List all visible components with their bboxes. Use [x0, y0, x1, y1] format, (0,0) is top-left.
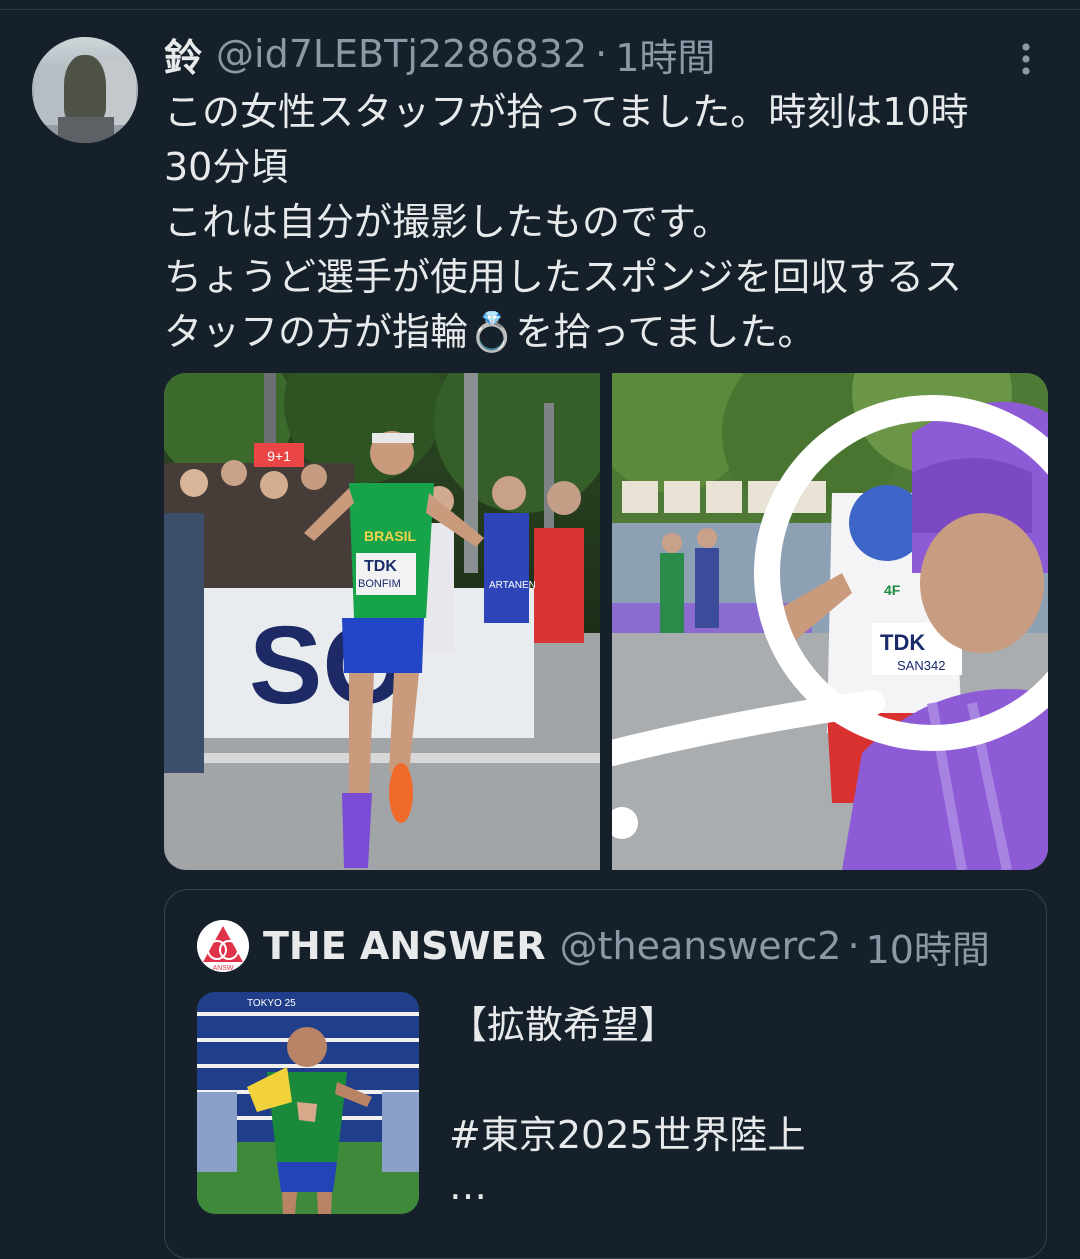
tweet[interactable]: 鈴 @id7LEBTj2286832 · 1時間 この女性スタッフが拾ってました…	[0, 11, 1080, 1259]
more-vertical-icon[interactable]	[1008, 41, 1044, 77]
avatar[interactable]	[32, 37, 138, 143]
thumb-backdrop-text: TOKYO 25	[247, 998, 296, 1009]
avatar-building	[34, 65, 64, 125]
bib-brand-text: TDK	[364, 558, 397, 575]
tweet-text-line: この女性スタッフが拾ってました。時刻は10時	[164, 90, 969, 134]
quote-text-line: 【拡散希望】	[449, 1003, 678, 1047]
quote-user-handle[interactable]: @theanswerc2	[560, 924, 842, 968]
quote-hashtag-link[interactable]: #東京2025世界陸上	[449, 1104, 806, 1159]
quote-thumbnail[interactable]: TOKYO 25	[197, 992, 419, 1214]
top-divider	[0, 0, 1080, 10]
tweet-header: 鈴 @id7LEBTj2286832 · 1時間	[164, 27, 715, 82]
avatar-building	[102, 59, 136, 125]
tweet-text-line: タッフの方が指輪💍を拾ってました。	[164, 310, 816, 354]
avatar-statue-base	[58, 117, 114, 143]
tweet-text-line: これは自分が撮影したものです。	[164, 200, 731, 244]
user-handle[interactable]: @id7LEBTj2286832	[216, 32, 587, 76]
tweet-media: 9+1 SO ARTANEN TDK BONFIM BRASIL TDK SAN…	[164, 373, 1048, 870]
separator-dot: ·	[595, 32, 608, 76]
sign-top-text: 9+1	[267, 448, 291, 464]
quoted-tweet[interactable]: ANSW THE ANSWER @theanswerc2 · 10時間 TOKY…	[164, 889, 1047, 1259]
right-bib-brand-text: TDK	[880, 630, 925, 655]
timestamp[interactable]: 1時間	[615, 27, 715, 82]
right-bib-number-text: SAN342	[897, 658, 945, 673]
avatar-lion-statue	[64, 55, 106, 121]
display-name[interactable]: 鈴	[164, 27, 202, 82]
jersey-text: BRASIL	[364, 528, 417, 544]
quote-display-name[interactable]: THE ANSWER	[263, 924, 546, 968]
media-photo-right[interactable]: TDK SAN342 4F	[612, 373, 1048, 870]
media-photo-left[interactable]: 9+1 SO ARTANEN TDK BONFIM BRASIL	[164, 373, 600, 870]
tweet-text-line: 30分頃	[164, 145, 289, 189]
bib-name-text: BONFIM	[358, 578, 401, 590]
quote-timestamp[interactable]: 10時間	[866, 919, 990, 974]
quote-avatar-label: ANSW	[213, 965, 234, 972]
quote-separator-dot: ·	[847, 924, 860, 968]
runner-bib-text: ARTANEN	[489, 580, 536, 591]
quote-header: ANSW THE ANSWER @theanswerc2 · 10時間	[197, 914, 990, 978]
right-jersey-brand-text: 4F	[884, 582, 901, 598]
quote-avatar[interactable]: ANSW	[197, 920, 249, 972]
tweet-text: この女性スタッフが拾ってました。時刻は10時 30分頃 これは自分が撮影したもの…	[164, 85, 1044, 360]
quote-text-ellipsis: …	[449, 1164, 487, 1208]
tweet-text-line: ちょうど選手が使用したスポンジを回収するス	[164, 255, 963, 299]
